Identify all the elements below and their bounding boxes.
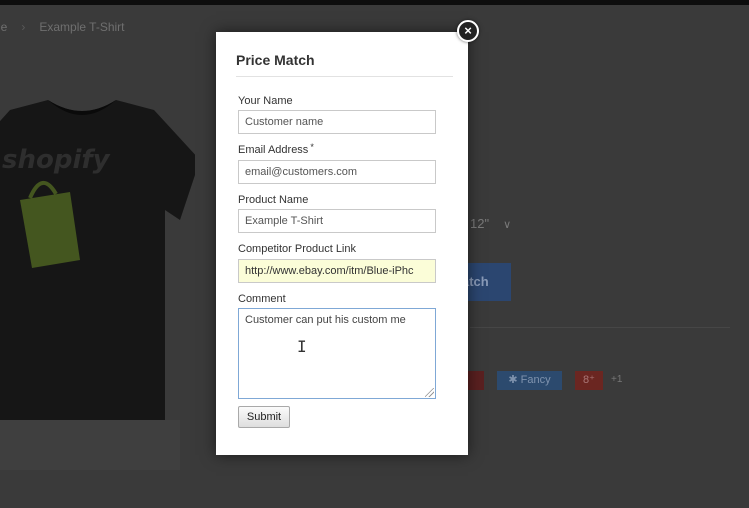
product-image: shopify xyxy=(0,100,195,430)
required-mark: * xyxy=(310,142,314,152)
comment-label: Comment xyxy=(238,293,286,305)
breadcrumb-current: Example T-Shirt xyxy=(39,20,125,34)
modal-title: Price Match xyxy=(236,52,315,68)
text-cursor-icon: I xyxy=(297,337,307,356)
submit-button[interactable]: Submit xyxy=(238,406,290,428)
brand-watermark-text: shopify xyxy=(2,145,111,175)
size-select[interactable]: 12" ∨ xyxy=(470,216,511,231)
breadcrumb-prev[interactable]: ge xyxy=(0,20,7,34)
close-icon[interactable]: × xyxy=(457,20,479,42)
gplus-count: +1 xyxy=(611,374,623,385)
breadcrumb-separator: › xyxy=(21,20,26,34)
name-label: Your Name xyxy=(238,95,293,107)
breadcrumb: ge › Example T-Shirt xyxy=(0,20,125,34)
divider xyxy=(470,327,730,328)
resize-grip-icon[interactable] xyxy=(425,388,434,397)
email-field[interactable] xyxy=(238,160,436,184)
chevron-down-icon: ∨ xyxy=(503,219,512,231)
competitor-link-label: Competitor Product Link xyxy=(238,243,356,255)
price-match-modal: Price Match Your Name Email Address* Pro… xyxy=(216,32,468,455)
share-button-gplus[interactable]: 8⁺ xyxy=(575,371,603,390)
comment-textarea[interactable]: Customer can put his custom me xyxy=(238,308,436,399)
image-shadow xyxy=(0,420,180,470)
competitor-link-field[interactable] xyxy=(238,259,436,283)
modal-divider xyxy=(236,76,453,77)
email-label: Email Address * xyxy=(238,142,314,156)
email-label-text: Email Address xyxy=(238,144,309,156)
star-icon: ✱ xyxy=(508,374,518,386)
product-field[interactable] xyxy=(238,209,436,233)
size-select-value: 12" xyxy=(470,216,490,231)
fancy-label: Fancy xyxy=(520,374,551,386)
share-button-fancy[interactable]: ✱ Fancy xyxy=(497,371,562,390)
product-label: Product Name xyxy=(238,194,309,206)
top-bar xyxy=(0,0,749,5)
name-field[interactable] xyxy=(238,110,436,134)
